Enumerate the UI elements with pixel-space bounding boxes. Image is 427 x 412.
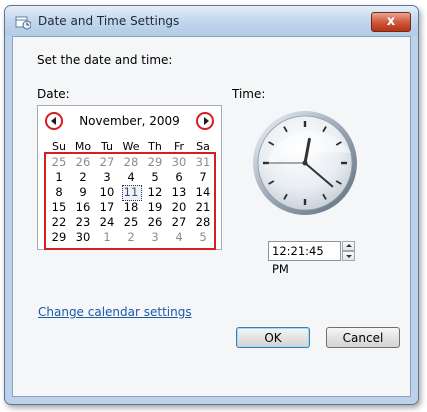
ok-button[interactable]: OK — [236, 327, 310, 348]
calendar-day[interactable]: 15 — [47, 200, 71, 215]
days-grid: 25 26 27 28 29 30 31 1 2 3 4 5 6 7 8 9 10 11 12 13 14 15 16 17 1… — [47, 155, 215, 245]
change-calendar-settings-link[interactable]: Change calendar settings — [38, 305, 192, 319]
calendar-day[interactable]: 20 — [167, 200, 191, 215]
next-month-button[interactable] — [196, 112, 214, 130]
time-label: Time: — [232, 87, 266, 101]
calendar-day[interactable]: 28 — [119, 155, 143, 170]
calendar-day[interactable]: 26 — [143, 215, 167, 230]
chevron-right-icon — [204, 117, 209, 125]
calendar-day[interactable]: 31 — [191, 155, 215, 170]
calendar-header: November, 2009 — [38, 106, 221, 136]
previous-month-button[interactable] — [45, 112, 63, 130]
window-title: Date and Time Settings — [38, 14, 180, 28]
chevron-left-icon — [51, 117, 56, 125]
calendar-day[interactable]: 14 — [191, 185, 215, 200]
month-label[interactable]: November, 2009 — [68, 114, 191, 128]
calendar[interactable]: November, 2009 Su Mo Tu We Th Fr Sa 25 26… — [37, 105, 222, 250]
calendar-day[interactable]: 12 — [143, 185, 167, 200]
calendar-day[interactable]: 6 — [167, 170, 191, 185]
date-label: Date: — [37, 87, 70, 101]
calendar-day[interactable]: 19 — [143, 200, 167, 215]
calendar-day[interactable]: 25 — [119, 215, 143, 230]
calendar-day[interactable]: 7 — [191, 170, 215, 185]
calendar-day[interactable]: 8 — [47, 185, 71, 200]
date-time-settings-window: Date and Time Settings x Set the date an… — [4, 5, 419, 405]
calendar-day[interactable]: 3 — [95, 170, 119, 185]
calendar-day[interactable]: 17 — [95, 200, 119, 215]
calendar-day[interactable]: 23 — [71, 215, 95, 230]
calendar-day[interactable]: 9 — [71, 185, 95, 200]
calendar-day[interactable]: 1 — [95, 230, 119, 245]
time-input[interactable]: 12:21:45 PM — [268, 241, 341, 276]
calendar-day[interactable]: 13 — [167, 185, 191, 200]
calendar-day-selected[interactable]: 11 — [119, 185, 143, 201]
calendar-day[interactable]: 16 — [71, 200, 95, 215]
calendar-day[interactable]: 27 — [167, 215, 191, 230]
time-spinner[interactable] — [342, 241, 355, 261]
close-button[interactable]: x — [371, 12, 411, 32]
calendar-day[interactable]: 30 — [71, 230, 95, 245]
calendar-day[interactable]: 25 — [47, 155, 71, 170]
calendar-day[interactable]: 1 — [47, 170, 71, 185]
calendar-day[interactable]: 2 — [119, 230, 143, 245]
analog-clock — [253, 111, 357, 215]
calendar-day[interactable]: 30 — [167, 155, 191, 170]
calendar-day[interactable]: 4 — [167, 230, 191, 245]
instruction-text: Set the date and time: — [37, 53, 173, 67]
calendar-day[interactable]: 22 — [47, 215, 71, 230]
decrement-time-button[interactable] — [342, 251, 355, 261]
calendar-day[interactable]: 21 — [191, 200, 215, 215]
cancel-button[interactable]: Cancel — [326, 327, 400, 348]
calendar-day[interactable]: 24 — [95, 215, 119, 230]
calendar-day[interactable]: 18 — [119, 200, 143, 215]
dialog-body: Set the date and time: Date: Time: Novem… — [12, 36, 411, 397]
increment-time-button[interactable] — [342, 241, 355, 251]
title-bar[interactable]: Date and Time Settings x — [5, 6, 418, 36]
calendar-clock-icon — [15, 16, 31, 30]
calendar-day[interactable]: 27 — [95, 155, 119, 170]
calendar-day[interactable]: 5 — [143, 170, 167, 185]
calendar-day[interactable]: 4 — [119, 170, 143, 185]
calendar-day[interactable]: 29 — [47, 230, 71, 245]
calendar-day[interactable]: 10 — [95, 185, 119, 200]
calendar-day[interactable]: 5 — [191, 230, 215, 245]
calendar-day[interactable]: 2 — [71, 170, 95, 185]
calendar-day[interactable]: 29 — [143, 155, 167, 170]
calendar-day[interactable]: 26 — [71, 155, 95, 170]
calendar-day[interactable]: 3 — [143, 230, 167, 245]
calendar-day[interactable]: 28 — [191, 215, 215, 230]
